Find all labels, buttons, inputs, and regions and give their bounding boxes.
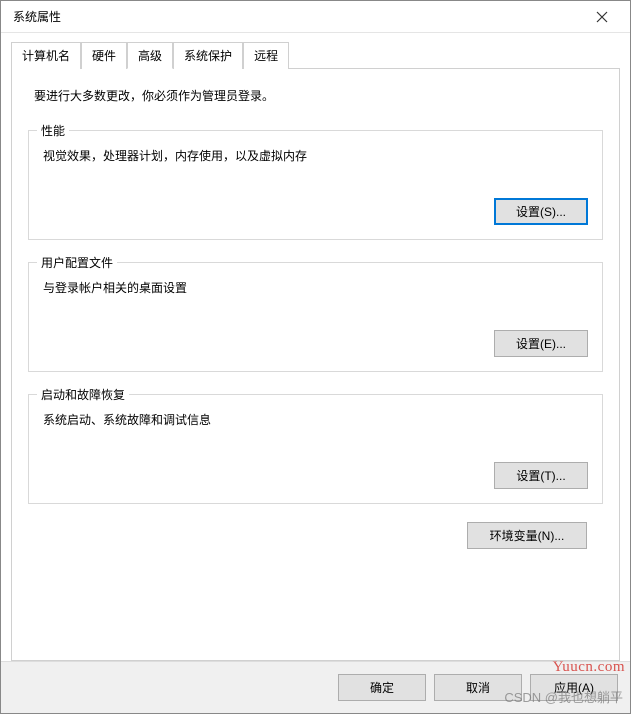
env-vars-row: 环境变量(N)... [28, 518, 603, 549]
group-user-profiles-button-row: 设置(E)... [43, 330, 588, 357]
close-icon [596, 11, 608, 23]
content-area: 计算机名 硬件 高级 系统保护 远程 要进行大多数更改，你必须作为管理员登录。 … [1, 33, 630, 661]
tab-panel-advanced: 要进行大多数更改，你必须作为管理员登录。 性能 视觉效果，处理器计划，内存使用，… [11, 68, 620, 661]
window-title: 系统属性 [13, 8, 61, 25]
group-user-profiles-title: 用户配置文件 [37, 254, 117, 271]
group-startup-recovery-title: 启动和故障恢复 [37, 386, 129, 403]
group-user-profiles-desc: 与登录帐户相关的桌面设置 [43, 279, 588, 296]
tab-strip: 计算机名 硬件 高级 系统保护 远程 [11, 41, 620, 68]
performance-settings-button[interactable]: 设置(S)... [494, 198, 588, 225]
titlebar: 系统属性 [1, 1, 630, 33]
startup-recovery-settings-button[interactable]: 设置(T)... [494, 462, 588, 489]
cancel-button[interactable]: 取消 [434, 674, 522, 701]
group-performance-desc: 视觉效果，处理器计划，内存使用，以及虚拟内存 [43, 147, 588, 164]
group-performance: 性能 视觉效果，处理器计划，内存使用，以及虚拟内存 设置(S)... [28, 130, 603, 240]
environment-variables-button[interactable]: 环境变量(N)... [467, 522, 587, 549]
group-startup-recovery-button-row: 设置(T)... [43, 462, 588, 489]
admin-note: 要进行大多数更改，你必须作为管理员登录。 [28, 87, 603, 104]
user-profiles-settings-button[interactable]: 设置(E)... [494, 330, 588, 357]
group-user-profiles: 用户配置文件 与登录帐户相关的桌面设置 设置(E)... [28, 262, 603, 372]
tab-computer-name[interactable]: 计算机名 [11, 42, 81, 69]
system-properties-window: 系统属性 计算机名 硬件 高级 系统保护 远程 要进行大多数更改，你必须作为管理… [0, 0, 631, 714]
tab-remote[interactable]: 远程 [243, 42, 289, 69]
group-performance-button-row: 设置(S)... [43, 198, 588, 225]
tab-hardware[interactable]: 硬件 [81, 42, 127, 69]
tab-system-protection[interactable]: 系统保护 [173, 42, 243, 69]
group-startup-recovery: 启动和故障恢复 系统启动、系统故障和调试信息 设置(T)... [28, 394, 603, 504]
dialog-footer: 确定 取消 应用(A) [1, 661, 630, 713]
apply-button[interactable]: 应用(A) [530, 674, 618, 701]
tab-advanced[interactable]: 高级 [127, 42, 173, 69]
group-startup-recovery-desc: 系统启动、系统故障和调试信息 [43, 411, 588, 428]
close-button[interactable] [584, 3, 620, 31]
group-performance-title: 性能 [37, 122, 69, 139]
ok-button[interactable]: 确定 [338, 674, 426, 701]
